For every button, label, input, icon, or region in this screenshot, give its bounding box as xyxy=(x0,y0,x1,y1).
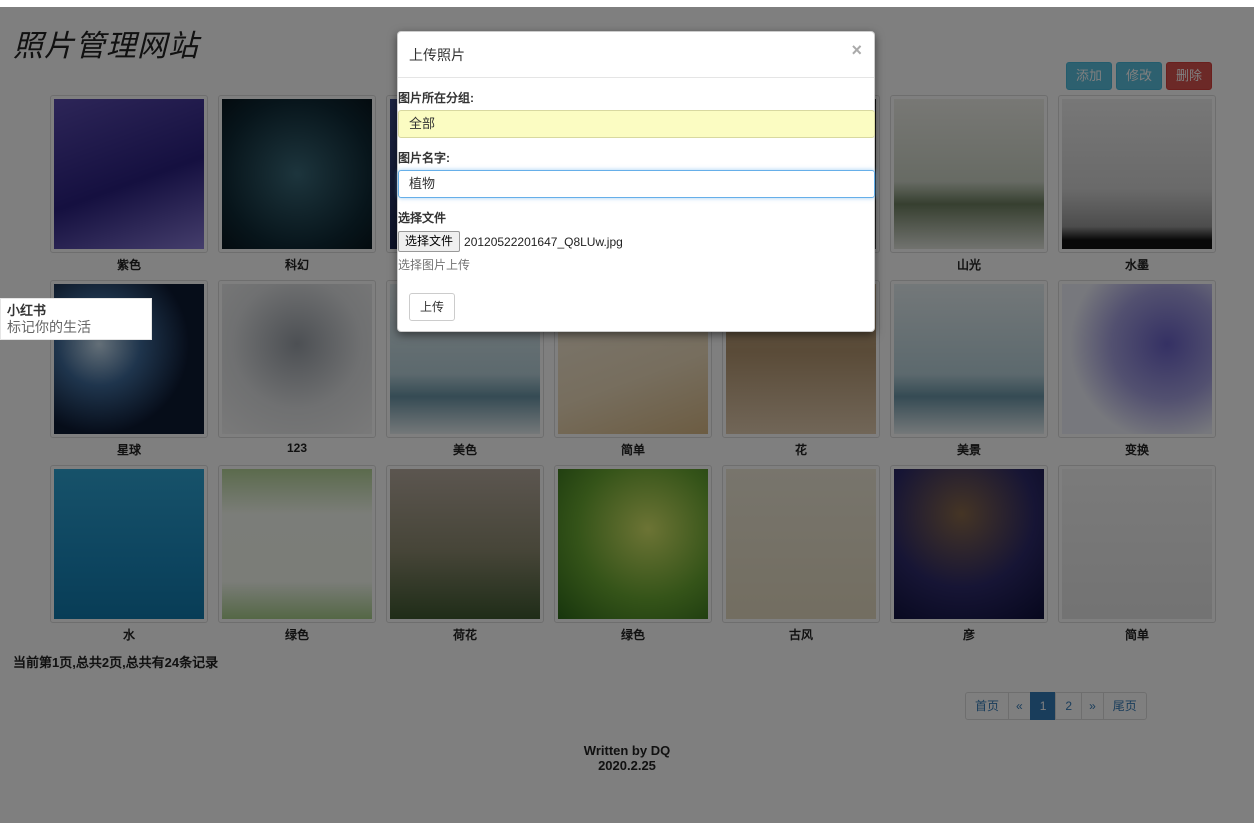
file-name: 20120522201647_Q8LUw.jpg xyxy=(464,234,623,249)
group-label: 图片所在分组: xyxy=(398,91,474,105)
popup-subtitle: 标记你的生活 xyxy=(7,319,91,335)
modal-title: 上传照片 xyxy=(409,47,465,63)
modal-header: 上传照片 × xyxy=(398,32,874,78)
xiaohongshu-popup[interactable]: 小红书 标记你的生活 xyxy=(0,298,152,340)
group-select[interactable]: 全部 xyxy=(398,110,875,138)
file-input: 选择文件 20120522201647_Q8LUw.jpg xyxy=(398,231,623,252)
upload-button[interactable]: 上传 xyxy=(409,293,456,321)
choose-file-button[interactable]: 选择文件 xyxy=(398,231,461,252)
file-help-text: 选择图片上传 xyxy=(398,258,471,272)
close-icon[interactable]: × xyxy=(851,40,862,61)
browser-top-strip xyxy=(0,0,1254,7)
popup-title: 小红书 xyxy=(7,303,47,318)
upload-photo-modal: 上传照片 × 图片所在分组: 全部 图片名字: 植物 选择文件 选择文件 201… xyxy=(397,31,875,332)
name-input[interactable]: 植物 xyxy=(398,170,875,198)
file-label: 选择文件 xyxy=(398,211,447,225)
name-label: 图片名字: xyxy=(398,151,450,165)
